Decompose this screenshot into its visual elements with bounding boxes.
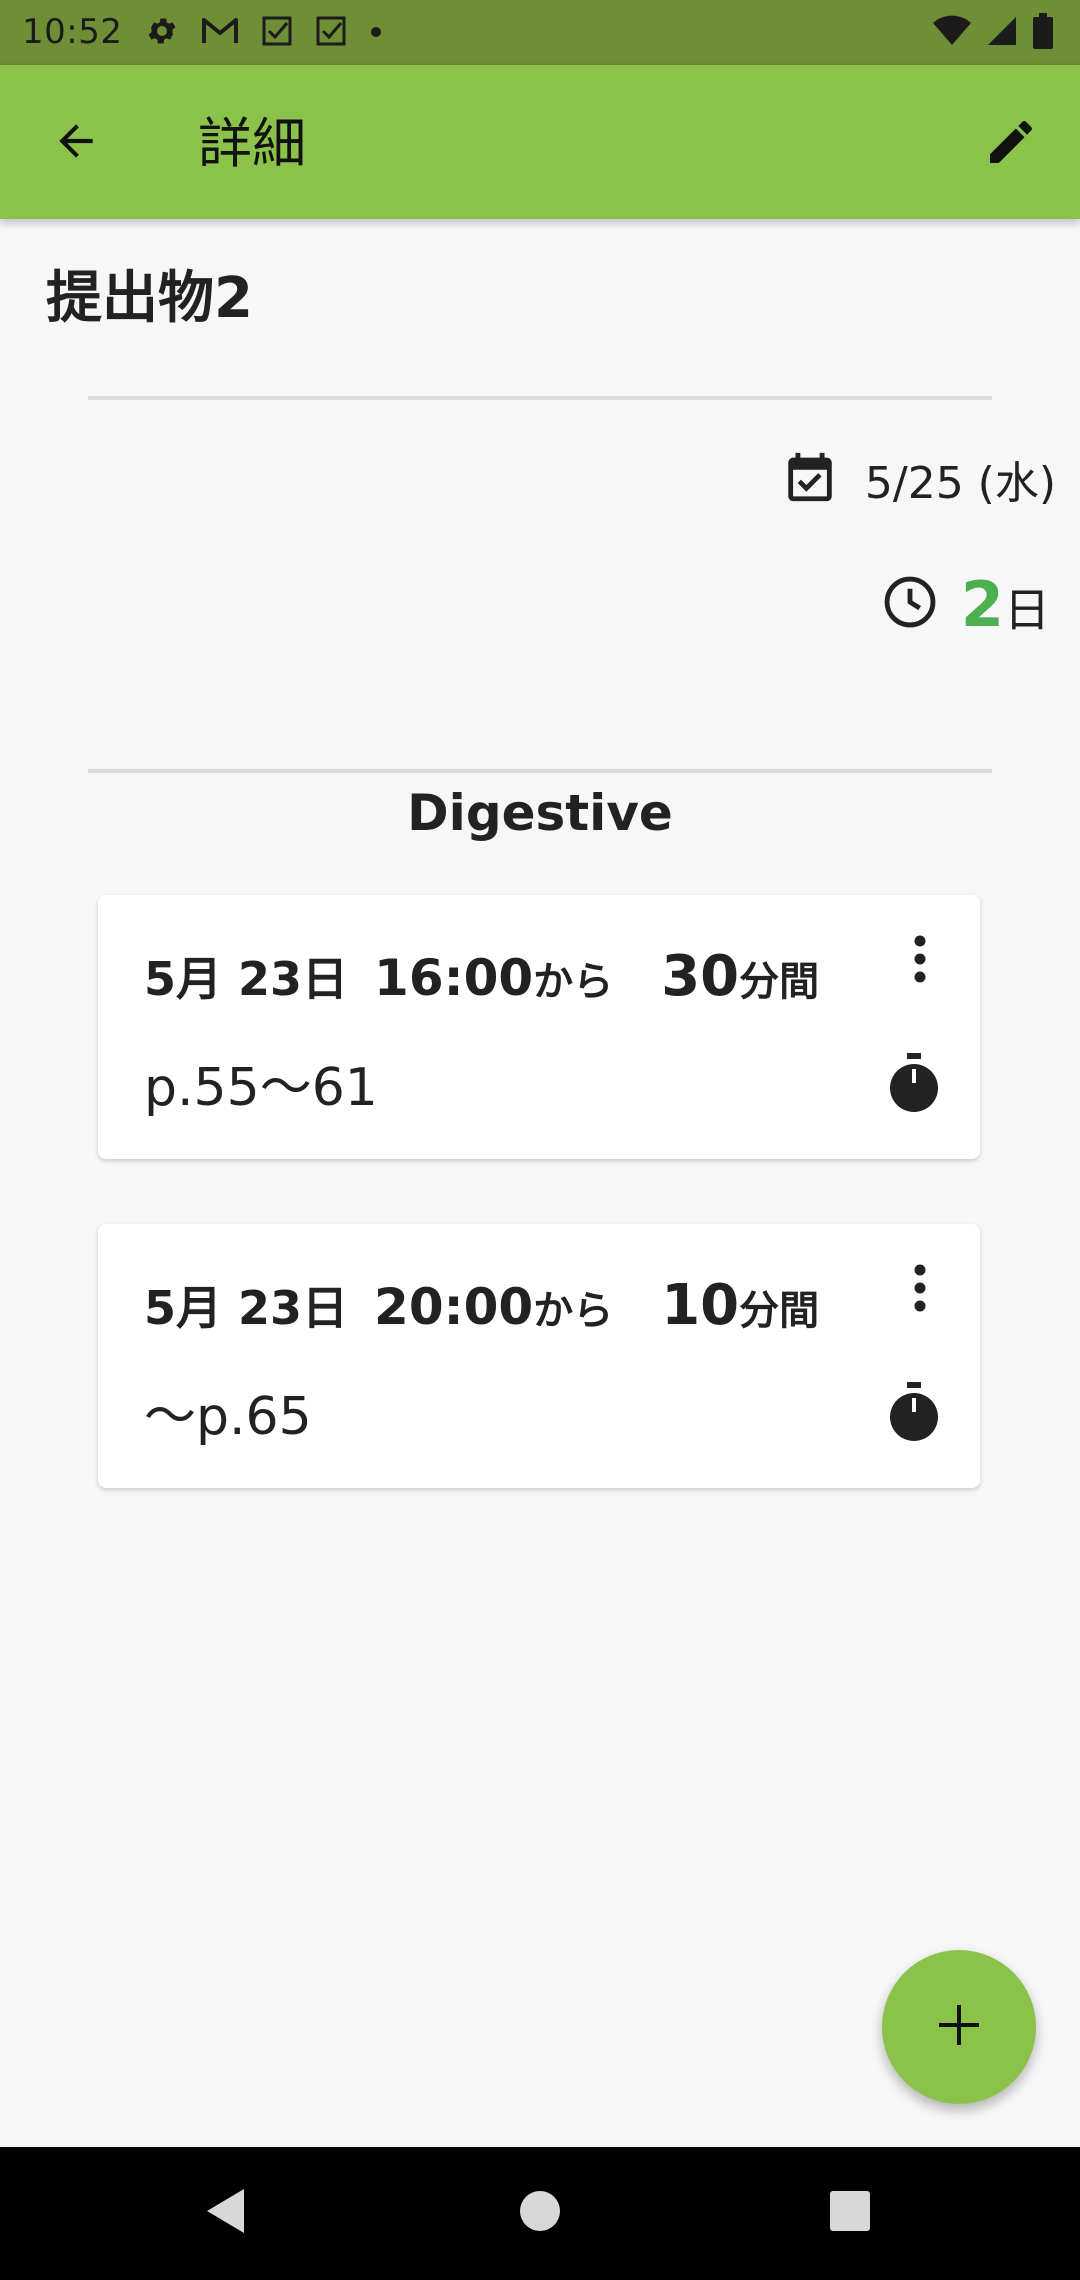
nav-home-button[interactable] bbox=[504, 2177, 576, 2249]
nav-recents-button[interactable] bbox=[814, 2177, 886, 2249]
session-menu-button[interactable] bbox=[898, 931, 942, 991]
session-date: 5月 23日 bbox=[144, 1281, 349, 1335]
add-session-button[interactable] bbox=[882, 1950, 1036, 2104]
system-nav-bar bbox=[0, 2147, 1080, 2280]
home-circle-icon bbox=[518, 2189, 562, 2237]
status-time: 10:52 bbox=[22, 12, 123, 52]
nav-back-button[interactable] bbox=[190, 2177, 262, 2249]
session-duration: 30 bbox=[661, 944, 740, 1009]
plus-icon bbox=[935, 2001, 983, 2053]
pencil-icon bbox=[983, 114, 1039, 174]
calendar-check-icon bbox=[781, 447, 839, 511]
back-triangle-icon bbox=[204, 2187, 248, 2239]
session-duration-unit: 分間 bbox=[739, 959, 820, 1005]
session-timer-button[interactable] bbox=[884, 1382, 944, 1446]
stopwatch-icon bbox=[887, 1053, 941, 1117]
task-title: 提出物2 bbox=[46, 266, 253, 331]
gmail-icon bbox=[201, 16, 239, 50]
app-bar: 詳細 bbox=[0, 65, 1080, 219]
stopwatch-icon bbox=[887, 1382, 941, 1446]
clock-icon bbox=[881, 573, 939, 635]
more-vert-icon bbox=[912, 934, 928, 988]
detail-content: 提出物2 5/25 (水) 2日 Digestive 5月 23日 16:00 か… bbox=[0, 219, 1080, 2147]
status-icons-right bbox=[932, 12, 1054, 54]
session-note: 〜p.65 bbox=[144, 1387, 312, 1447]
gear-icon bbox=[145, 14, 179, 52]
recents-square-icon bbox=[828, 2189, 872, 2237]
remaining-days-unit: 日 bbox=[1004, 582, 1050, 637]
remaining-days-row: 2日 bbox=[881, 564, 1050, 644]
divider bbox=[88, 396, 992, 400]
remaining-days-value: 2 bbox=[960, 567, 1004, 641]
session-note: p.55〜61 bbox=[144, 1058, 378, 1118]
divider bbox=[88, 769, 992, 773]
session-duration-unit: 分間 bbox=[739, 1288, 820, 1334]
signal-icon bbox=[986, 15, 1018, 51]
edit-button[interactable] bbox=[972, 105, 1050, 183]
dot-icon bbox=[369, 24, 383, 43]
session-card[interactable]: 5月 23日 16:00 から 30 分間 p.55〜61 bbox=[98, 895, 980, 1159]
session-from-label: から bbox=[533, 959, 614, 1005]
arrow-back-icon bbox=[51, 116, 101, 170]
session-duration: 10 bbox=[661, 1273, 740, 1338]
status-bar: 10:52 bbox=[0, 0, 1080, 65]
session-timer-button[interactable] bbox=[884, 1053, 944, 1117]
checkbox-icon bbox=[315, 15, 347, 51]
due-date-row: 5/25 (水) bbox=[781, 444, 1056, 514]
session-header: 5月 23日 20:00 から 10 分間 bbox=[144, 1272, 819, 1338]
due-date: 5/25 (水) bbox=[864, 458, 1056, 509]
back-button[interactable] bbox=[40, 107, 112, 179]
session-start-time: 20:00 bbox=[374, 1278, 534, 1336]
session-card[interactable]: 5月 23日 20:00 から 10 分間 〜p.65 bbox=[98, 1224, 980, 1488]
page-title: 詳細 bbox=[198, 112, 306, 175]
more-vert-icon bbox=[912, 1263, 928, 1317]
status-icons-left bbox=[145, 12, 383, 54]
subject-label: Digestive bbox=[407, 784, 673, 842]
checkbox-icon bbox=[261, 15, 293, 51]
session-menu-button[interactable] bbox=[898, 1260, 942, 1320]
session-header: 5月 23日 16:00 から 30 分間 bbox=[144, 943, 819, 1009]
session-date: 5月 23日 bbox=[144, 952, 349, 1006]
session-start-time: 16:00 bbox=[374, 949, 534, 1007]
battery-icon bbox=[1032, 13, 1054, 53]
session-from-label: から bbox=[533, 1288, 614, 1334]
wifi-icon bbox=[932, 15, 972, 51]
